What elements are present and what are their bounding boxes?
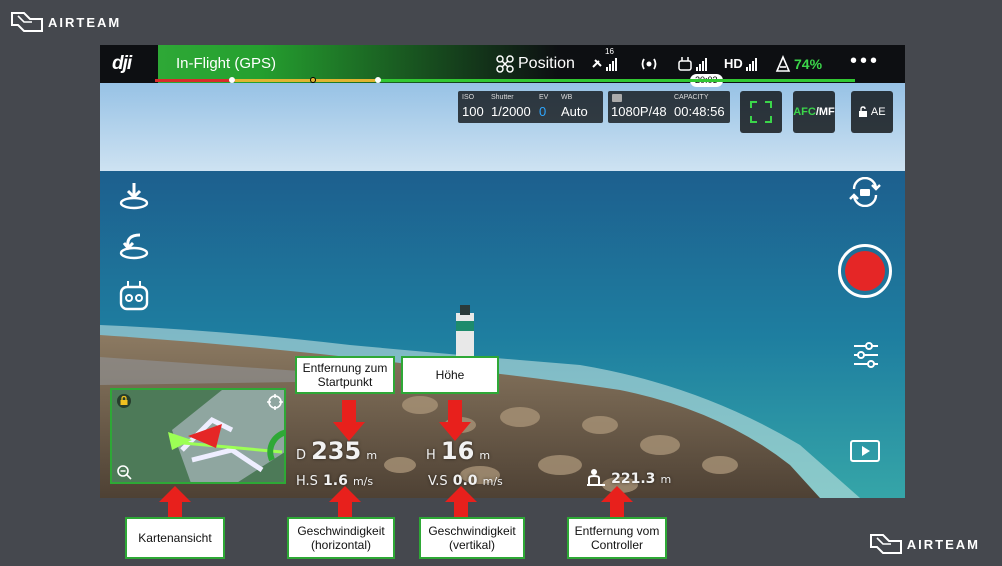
capacity-label: CAPACITY — [674, 94, 709, 101]
arrow-up-icon — [445, 486, 477, 518]
shutter-value: 1/2000 — [491, 104, 531, 119]
gps-count: 16 — [605, 47, 614, 56]
rc-distance-value: 221.3 — [611, 471, 656, 487]
wifi-signal-icon[interactable] — [638, 55, 660, 73]
callout-height: Höhe — [401, 356, 499, 394]
video-resolution: 1080P/48 — [611, 104, 667, 119]
map-recenter-icon[interactable] — [266, 393, 284, 411]
ae-lock-button[interactable]: AE — [851, 91, 893, 133]
minimap-image — [112, 390, 284, 482]
vs-unit: m/s — [482, 475, 503, 488]
arrow-up-icon — [601, 486, 633, 518]
dji-logo: dji — [112, 53, 132, 74]
shutter-label: Shutter — [491, 94, 514, 101]
more-options-icon[interactable]: ••• — [850, 45, 880, 80]
callout-horizontal-speed: Geschwindigkeit (horizontal) — [287, 517, 395, 559]
hd-video-signal-label[interactable]: HD — [724, 45, 743, 83]
drone-camera-view: dji In-Flight (GPS) Position 16 20:03 HD — [100, 45, 905, 498]
d-label: D — [296, 448, 307, 463]
h-label: H — [426, 448, 436, 463]
callout-home-distance: Entfernung zum Startpunkt — [295, 356, 395, 394]
auto-takeoff-icon[interactable] — [118, 181, 150, 211]
unlock-icon — [859, 106, 868, 118]
airteam-logo-top: AIRTEAM — [10, 10, 121, 34]
arrow-down-icon — [333, 400, 365, 441]
d-unit: m — [366, 449, 378, 462]
home-marker-icon — [310, 77, 316, 83]
camera-switch-icon[interactable] — [848, 177, 882, 207]
brand-name: AIRTEAM — [48, 14, 122, 30]
arrow-up-icon — [159, 486, 191, 518]
ev-label: EV — [539, 94, 549, 101]
pilot-icon — [587, 469, 605, 486]
progress-segment-low — [155, 79, 235, 82]
camera-settings-icon[interactable] — [852, 341, 880, 369]
progress-marker — [229, 77, 235, 83]
arrow-down-icon — [439, 400, 471, 441]
drone-icon — [496, 55, 514, 73]
wb-value: Auto — [561, 104, 588, 119]
airteam-logo-icon — [11, 12, 43, 32]
iso-label: ISO — [462, 94, 475, 101]
iso-value: 100 — [462, 104, 484, 119]
afc-mf-toggle-button[interactable]: AFC/MF — [793, 91, 835, 133]
rc-distance-unit: m — [660, 473, 672, 486]
distance-from-controller-readout: 221.3 m — [586, 468, 671, 487]
hs-label: H.S — [296, 474, 318, 489]
sd-card-icon — [612, 94, 622, 102]
recording-info-panel[interactable]: CAPACITY 1080P/48 00:48:56 — [608, 91, 730, 123]
recording-capacity: 00:48:56 — [674, 104, 725, 119]
record-shutter-button[interactable] — [838, 244, 892, 298]
callout-vertical-speed: Geschwindigkeit (vertikal) — [419, 517, 525, 559]
flight-mode-label[interactable]: Position — [518, 45, 575, 83]
progress-marker — [375, 77, 381, 83]
remote-controller-signal-icon[interactable] — [678, 55, 712, 73]
map-lock-icon[interactable] — [116, 393, 132, 409]
playback-icon[interactable] — [850, 440, 880, 462]
wb-label: WB — [561, 94, 573, 101]
flight-status-label[interactable]: In-Flight (GPS) — [176, 45, 276, 83]
afc-label: AFC — [793, 106, 816, 118]
map-view[interactable] — [110, 388, 286, 484]
callout-map-view: Kartenansicht — [125, 517, 225, 559]
focus-frame-icon — [750, 101, 772, 123]
mf-label: /MF — [815, 106, 835, 118]
progress-segment-mid — [235, 79, 375, 82]
flight-progress-bar — [155, 77, 855, 83]
airteam-logo-icon — [869, 534, 902, 554]
camera-settings-panel[interactable]: ISO Shutter EV WB 100 1/2000 0 Auto — [458, 91, 603, 123]
arrow-up-icon — [329, 486, 361, 518]
top-status-bar: dji In-Flight (GPS) Position 16 20:03 HD — [100, 45, 905, 87]
return-to-home-icon[interactable] — [118, 231, 150, 261]
ev-value: 0 — [539, 104, 547, 119]
h-unit: m — [479, 449, 491, 462]
focus-frame-button[interactable] — [740, 91, 782, 133]
brand-name: AIRTEAM — [906, 536, 980, 552]
battery-icon[interactable] — [775, 55, 791, 73]
battery-percentage: 74% — [794, 56, 823, 72]
ae-label: AE — [870, 106, 886, 118]
airteam-logo-bottom: AIRTEAM — [869, 532, 980, 556]
remote-controller-icon[interactable] — [118, 277, 150, 313]
callout-controller-distance: Entfernung vom Controller — [567, 517, 667, 559]
map-zoom-out-icon[interactable] — [116, 464, 132, 480]
hd-signal-bars-icon — [746, 58, 757, 71]
